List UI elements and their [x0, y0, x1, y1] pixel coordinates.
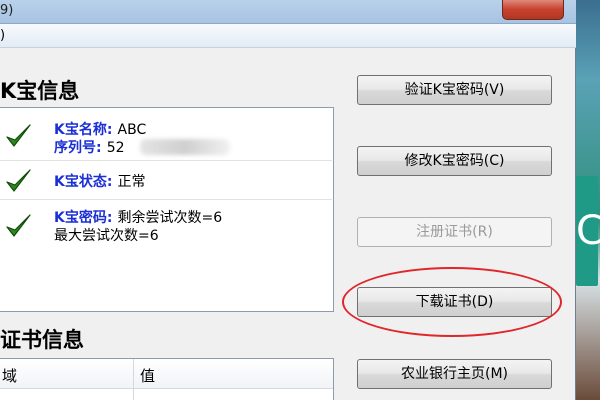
kbao-status-label: K宝状态: — [54, 174, 113, 190]
check-icon — [6, 214, 31, 237]
menu-item[interactable]: ) — [0, 28, 5, 43]
cert-section-title: 证书信息 — [0, 328, 84, 352]
title-bar: 9) — [0, 0, 576, 24]
kbao-name-label: K宝名称: — [54, 122, 113, 138]
check-icon — [6, 169, 31, 192]
cert-col-field[interactable]: 域 — [2, 365, 17, 386]
column-divider[interactable] — [133, 359, 134, 400]
kbao-serial-value: 52 — [106, 140, 125, 156]
kbao-status-value: 正常 — [117, 174, 146, 190]
modify-password-button[interactable]: 修改K宝密码(C) — [357, 146, 552, 176]
kbao-password-max: 最大尝试次数=6 — [54, 228, 159, 244]
redacted-serial — [140, 139, 230, 155]
kbao-section-title: K宝信息 — [0, 79, 80, 103]
check-icon — [6, 124, 31, 147]
kbao-row-status: K宝状态: 正常 — [0, 161, 332, 200]
download-cert-button[interactable]: 下载证书(D) — [357, 287, 552, 317]
register-cert-button[interactable]: 注册证书(R) — [357, 217, 552, 247]
kbao-password-label: K宝密码: — [54, 210, 113, 226]
verify-password-button[interactable]: 验证K宝密码(V) — [357, 75, 552, 105]
kbao-serial-label: 序列号: — [54, 140, 102, 156]
kbao-info-panel: K宝名称: ABC 序列号: 52 K宝状态: 正常 K宝密码: 剩余尝试次数=… — [0, 107, 334, 312]
menu-bar: ) — [0, 24, 576, 48]
kbao-name-value: ABC — [117, 122, 147, 138]
close-button[interactable] — [502, 0, 564, 20]
window-title: 9) — [0, 3, 14, 18]
kbao-password-value: 剩余尝试次数=6 — [117, 210, 223, 226]
kbao-window: 9) ) K宝信息 K宝名称: ABC 序列号: 52 K宝状态: 正常 K宝密… — [0, 0, 576, 400]
cert-table-header: 域 值 — [0, 359, 333, 389]
kbao-row-password: K宝密码: 剩余尝试次数=6 最大尝试次数=6 — [0, 200, 332, 260]
desktop-background: C — [574, 0, 600, 400]
cert-col-value[interactable]: 值 — [140, 365, 155, 386]
desktop-logo-icon: C — [576, 176, 600, 286]
cert-table: 域 值 — [0, 358, 334, 400]
abc-homepage-button[interactable]: 农业银行主页(M) — [357, 359, 552, 389]
